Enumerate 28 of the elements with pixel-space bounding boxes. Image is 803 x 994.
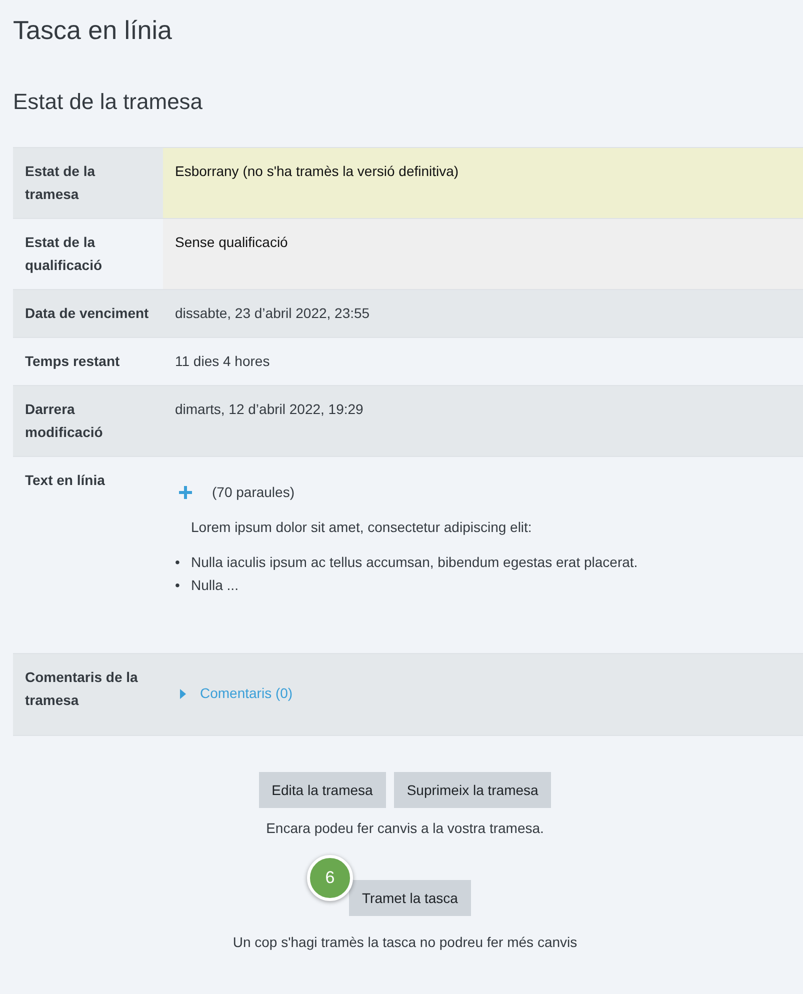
row-label: Temps restant: [25, 353, 120, 369]
bullet-marker: •: [175, 553, 181, 572]
bullet-marker: •: [175, 576, 181, 595]
row-value: 11 dies 4 hores: [175, 353, 270, 369]
caret-icon: [180, 688, 186, 698]
row-value: dimarts, 12 d’abril 2022, 19:29: [175, 401, 364, 417]
row-value: dissabte, 23 d’abril 2022, 23:55: [175, 305, 370, 321]
row-label: Darrera modificació: [25, 401, 103, 440]
action-button[interactable]: Suprimeix la tramesa: [394, 772, 552, 808]
submit-note: Un cop s'hagi tramès la tasca no podreu fer més canvis: [232, 934, 578, 950]
actions-note: Encara podeu fer canvis a la vostra tramesa.: [266, 820, 544, 836]
page-title: Tasca en línia: [13, 14, 173, 45]
row-label: Data de venciment: [25, 305, 149, 321]
row-label: Text en línia: [25, 472, 105, 488]
row-label: Comentaris de la tramesa: [25, 669, 138, 708]
action-button[interactable]: Edita la tramesa: [258, 772, 386, 808]
status-text: Esborrany (no s'ha tramès la versió definitiva): [175, 163, 459, 179]
status-text: Sense qualificació: [175, 234, 288, 250]
text-paragraph: Lorem ipsum dolor sit amet, consectetur adipiscing elit:: [191, 518, 533, 537]
section-title: Estat de la tramesa: [13, 88, 204, 115]
row-label: Estat de la tramesa: [25, 163, 96, 202]
list-item: Nulla iaculis ipsum ac tellus accumsan, bibendum egestas erat placerat.: [191, 553, 638, 572]
plus-icon[interactable]: [179, 486, 192, 499]
word-count: (70 paraules): [212, 483, 294, 502]
submit-button[interactable]: Tramet la tasca: [349, 880, 471, 916]
row-label: Estat de la qualificació: [25, 234, 102, 273]
step-badge: 6: [307, 855, 354, 901]
list-item: Nulla ...: [191, 576, 238, 595]
